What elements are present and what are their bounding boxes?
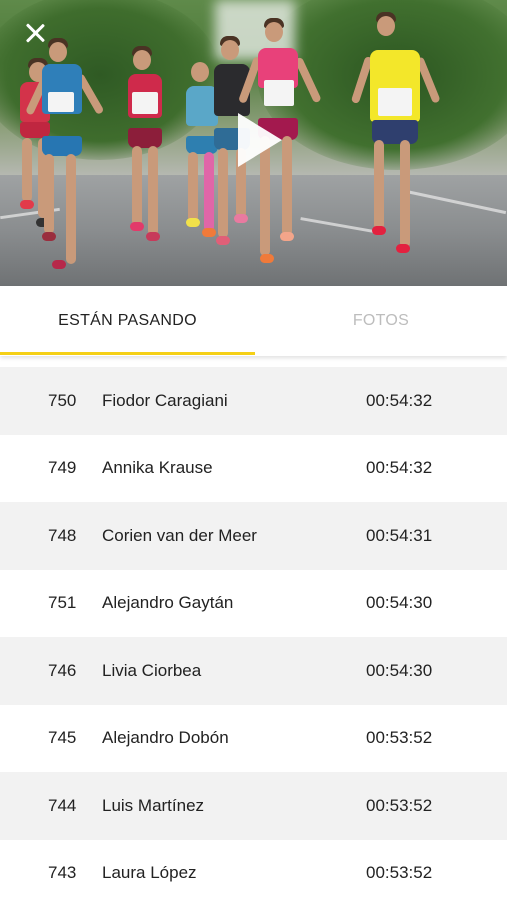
passing-time: 00:54:32 xyxy=(366,458,433,478)
passing-time: 00:53:52 xyxy=(366,728,433,748)
runner-name: Livia Ciorbea xyxy=(102,660,202,680)
runner-name: Luis Martínez xyxy=(102,795,205,815)
list-item[interactable]: 744 Luis Martínez 00:53:52 xyxy=(0,772,507,840)
passing-time: 00:54:32 xyxy=(366,390,433,410)
active-tab-indicator xyxy=(0,352,255,355)
bib-number: 750 xyxy=(48,390,77,410)
video-thumbnail[interactable] xyxy=(0,0,507,286)
runner-name: Annika Krause xyxy=(102,458,213,478)
passing-runners-list: 750 Fiodor Caragiani 00:54:32 749 Annika… xyxy=(0,367,507,900)
list-item[interactable]: 748 Corien van der Meer 00:54:31 xyxy=(0,502,507,570)
bib-number: 751 xyxy=(48,593,77,613)
passing-time: 00:54:30 xyxy=(366,593,433,613)
road-background xyxy=(0,175,507,286)
runner-name: Corien van der Meer xyxy=(102,525,257,545)
bib-number: 748 xyxy=(48,525,77,545)
passing-time: 00:54:31 xyxy=(366,525,433,545)
list-item[interactable]: 745 Alejandro Dobón 00:53:52 xyxy=(0,704,507,772)
list-item[interactable]: 750 Fiodor Caragiani 00:54:32 xyxy=(0,367,507,435)
list-item[interactable]: 751 Alejandro Gaytán 00:54:30 xyxy=(0,569,507,637)
list-item[interactable]: 746 Livia Ciorbea 00:54:30 xyxy=(0,637,507,705)
tab-estan-pasando[interactable]: ESTÁN PASANDO xyxy=(0,286,255,356)
passing-time: 00:53:52 xyxy=(366,795,433,815)
runner-name: Fiodor Caragiani xyxy=(102,390,228,410)
bib-number: 744 xyxy=(48,795,77,815)
runner-name: Alejandro Dobón xyxy=(102,728,229,748)
close-icon[interactable] xyxy=(22,20,48,46)
runner-name: Laura López xyxy=(102,863,197,883)
bib-number: 743 xyxy=(48,863,77,883)
bib-number: 749 xyxy=(48,458,77,478)
tab-fotos[interactable]: FOTOS xyxy=(255,286,507,356)
list-item[interactable]: 743 Laura López 00:53:52 xyxy=(0,839,507,900)
list-item[interactable]: 749 Annika Krause 00:54:32 xyxy=(0,434,507,502)
tab-bar: ESTÁN PASANDO FOTOS xyxy=(0,286,507,356)
bib-number: 745 xyxy=(48,728,77,748)
passing-time: 00:54:30 xyxy=(366,660,433,680)
play-icon[interactable] xyxy=(238,113,282,167)
runner-name: Alejandro Gaytán xyxy=(102,593,234,613)
passing-time: 00:53:52 xyxy=(366,863,433,883)
bib-number: 746 xyxy=(48,660,77,680)
